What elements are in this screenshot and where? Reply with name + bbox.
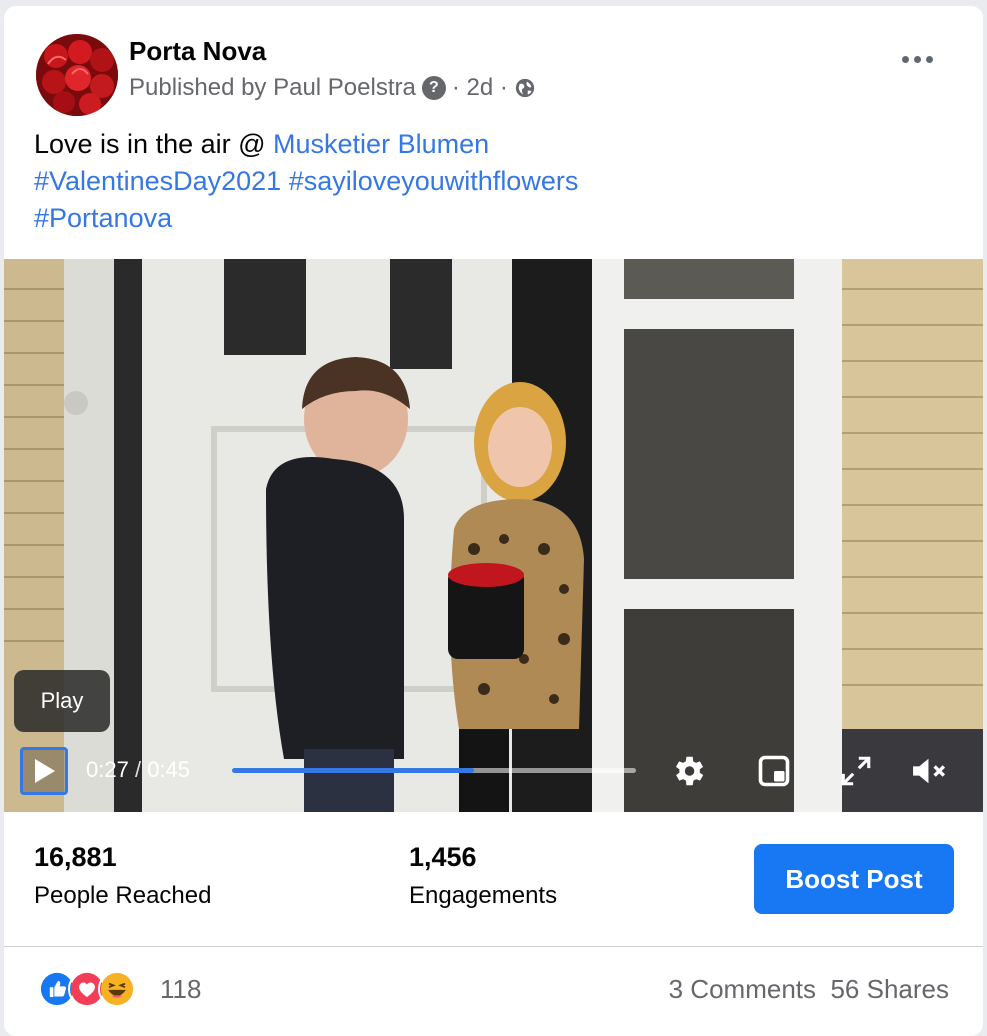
fullscreen-button[interactable] [836, 751, 876, 791]
hashtag-link[interactable]: #ValentinesDay2021 [34, 166, 281, 196]
boost-post-button[interactable]: Boost Post [754, 844, 954, 914]
fullscreen-icon [841, 756, 871, 786]
play-button[interactable] [20, 747, 68, 795]
play-icon [35, 759, 55, 783]
reaction-count[interactable]: 118 [160, 974, 201, 1005]
play-tooltip: Play [14, 670, 110, 732]
page-name[interactable]: Porta Nova [129, 36, 266, 67]
post-age[interactable]: · 2d · [452, 74, 508, 102]
picture-in-picture-icon [758, 755, 790, 787]
people-reached-label: People Reached [34, 882, 212, 909]
progress-fill [232, 768, 475, 773]
mention-link[interactable]: Musketier Blumen [273, 129, 489, 159]
mute-button[interactable] [910, 751, 950, 791]
settings-icon [675, 756, 704, 786]
more-dots-icon [902, 56, 909, 63]
picture-in-picture-button[interactable] [754, 751, 794, 791]
video-player[interactable]: Play 0:27 / 0:45 [4, 259, 983, 812]
globe-icon [515, 78, 535, 98]
mute-icon [913, 758, 946, 784]
engagements-value: 1,456 [409, 842, 477, 872]
help-icon[interactable]: ? [421, 76, 446, 100]
more-options-button[interactable] [898, 52, 937, 67]
post-caption: Love is in the air @ Musketier Blumen #V… [34, 126, 934, 237]
post-card: Porta Nova Published by Paul Poelstra ? … [4, 6, 983, 1036]
page-avatar[interactable] [36, 34, 118, 116]
caption-text: Love is in the air @ [34, 129, 274, 159]
published-by: Published by Paul Poelstra [129, 74, 416, 101]
duration: 0:45 [147, 757, 191, 782]
haha-icon [98, 970, 136, 1008]
current-time: 0:27 [86, 757, 129, 782]
people-reached-value: 16,881 [34, 842, 117, 872]
hashtag-link[interactable]: #Portanova [34, 203, 172, 233]
settings-button[interactable] [668, 751, 708, 791]
video-time: 0:27 / 0:45 [86, 757, 190, 783]
engagements-label: Engagements [409, 882, 558, 909]
time-separator: / [134, 757, 142, 782]
video-frame [4, 259, 983, 812]
progress-bar[interactable] [232, 768, 636, 773]
engagement-links: 3 Comments 56 Shares [669, 974, 949, 1005]
divider [4, 946, 983, 947]
hashtag-link[interactable]: #sayiloveyouwithflowers [289, 166, 579, 196]
post-meta: Published by Paul Poelstra ? · 2d · [129, 74, 536, 102]
comments-link[interactable]: 3 Comments [669, 974, 816, 1004]
shares-link[interactable]: 56 Shares [830, 974, 949, 1004]
